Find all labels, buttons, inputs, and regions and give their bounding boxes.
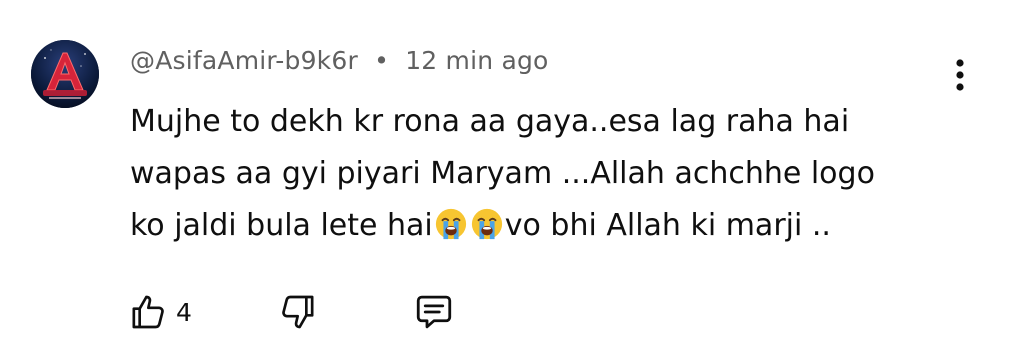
loudly-crying-face-icon [471, 208, 502, 240]
comment-text-line-1: Mujhe to dekh kr rona aa gaya..esa lag r… [130, 104, 850, 139]
dislike-button[interactable] [276, 290, 320, 334]
more-vert-icon [956, 59, 964, 91]
comment-text-line-3-start: ko jaldi bula lete hai [130, 208, 433, 243]
comment-reply-icon [416, 295, 452, 329]
separator-dot: • [374, 46, 390, 75]
comment-text-line-2: wapas aa gyi piyari Maryam ...Allah achc… [130, 156, 875, 191]
comment-header: @AsifaAmir-b9k6r • 12 min ago [130, 46, 549, 75]
like-count: 4 [176, 297, 192, 327]
comment-thread: @AsifaAmir-b9k6r • 12 min ago Mujhe to d… [0, 0, 1024, 354]
thumb-down-icon [282, 295, 314, 329]
author-name[interactable]: @AsifaAmir-b9k6r [130, 46, 358, 75]
more-actions-button[interactable] [942, 52, 978, 98]
comment-timestamp[interactable]: 12 min ago [405, 46, 548, 75]
avatar-image [31, 40, 99, 108]
loudly-crying-face-icon [435, 208, 466, 240]
reply-button[interactable] [410, 290, 458, 334]
like-button[interactable]: 4 [128, 290, 192, 334]
thumb-up-icon [132, 295, 164, 329]
comment-text: Mujhe to dekh kr rona aa gaya..esa lag r… [130, 96, 930, 252]
comment-text-line-3-end: vo bhi Allah ki marji .. [504, 208, 831, 243]
avatar[interactable] [31, 40, 99, 108]
comment-actions: 4 [0, 290, 1024, 340]
comment-text-line-3: ko jaldi bula lete hai vo bhi Allah ki m… [130, 200, 930, 252]
